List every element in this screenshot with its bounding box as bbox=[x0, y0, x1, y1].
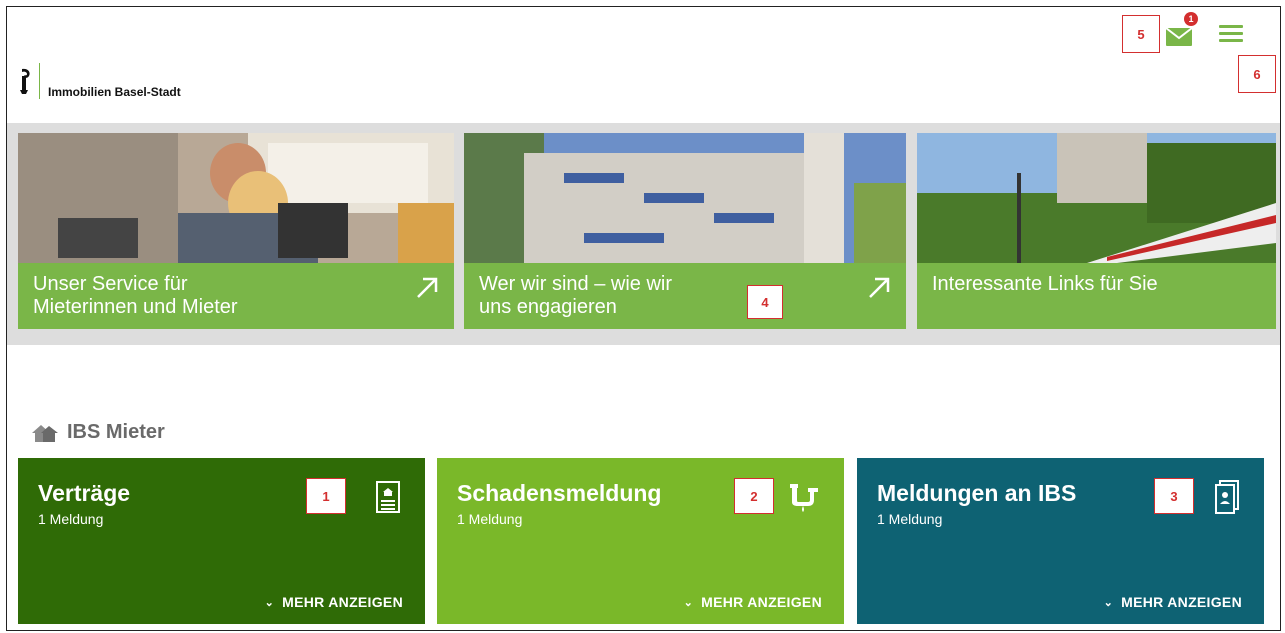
tile-vertraege[interactable]: Verträge 1 Meldung 1 ⌄ MEHR ANZEIGEN bbox=[18, 458, 425, 624]
tile-subtitle: 1 Meldung bbox=[877, 511, 943, 527]
brand-name: Immobilien Basel-Stadt bbox=[48, 85, 181, 99]
teaser-title: Unser Service für Mieterinnen und Mieter bbox=[33, 273, 238, 318]
tile-title: Meldungen an IBS bbox=[877, 480, 1077, 506]
tile-title: Verträge bbox=[38, 480, 131, 506]
section-title: IBS Mieter bbox=[67, 421, 165, 443]
mail-icon[interactable] bbox=[1165, 27, 1193, 47]
teaser-photo bbox=[18, 133, 454, 263]
tile-meldungen[interactable]: Meldungen an IBS 1 Meldung 3 ⌄ MEHR ANZE… bbox=[857, 458, 1264, 624]
callout-marker: 4 bbox=[747, 285, 783, 319]
show-more-label: MEHR ANZEIGEN bbox=[282, 594, 403, 610]
callout-marker: 6 bbox=[1238, 55, 1276, 93]
baselstab-icon bbox=[17, 67, 33, 95]
callout-marker: 5 bbox=[1122, 15, 1160, 53]
app-frame: Immobilien Basel-Stadt 5 1 6 Unser Servi… bbox=[6, 6, 1281, 631]
logo-divider bbox=[39, 63, 40, 99]
teaser-banner: Unser Service für Mieterinnen und Mieter bbox=[7, 123, 1280, 345]
tile-schadensmeldung[interactable]: Schadensmeldung 1 Meldung 2 ⌄ MEHR ANZEI… bbox=[437, 458, 844, 624]
pipe-leak-icon bbox=[788, 480, 820, 514]
teaser-service[interactable]: Unser Service für Mieterinnen und Mieter bbox=[18, 133, 454, 329]
show-more-button[interactable]: ⌄ MEHR ANZEIGEN bbox=[684, 594, 822, 610]
show-more-label: MEHR ANZEIGEN bbox=[701, 594, 822, 610]
section-heading: IBS Mieter bbox=[31, 421, 165, 444]
arrow-up-right-icon bbox=[866, 275, 892, 301]
chevron-down-icon: ⌄ bbox=[264, 596, 275, 609]
callout-marker: 3 bbox=[1154, 478, 1194, 514]
tile-subtitle: 1 Meldung bbox=[38, 511, 104, 527]
chevron-down-icon: ⌄ bbox=[1103, 596, 1114, 609]
callout-marker: 2 bbox=[734, 478, 774, 514]
brand-logo[interactable]: Immobilien Basel-Stadt bbox=[17, 63, 181, 99]
teaser-about[interactable]: Wer wir sind – wie wir uns engagieren 4 bbox=[464, 133, 906, 329]
show-more-button[interactable]: ⌄ MEHR ANZEIGEN bbox=[1104, 594, 1242, 610]
tile-subtitle: 1 Meldung bbox=[457, 511, 523, 527]
teaser-photo bbox=[917, 133, 1276, 263]
chevron-down-icon: ⌄ bbox=[683, 596, 694, 609]
arrow-up-right-icon bbox=[414, 275, 440, 301]
show-more-label: MEHR ANZEIGEN bbox=[1121, 594, 1242, 610]
teaser-links[interactable]: Interessante Links für Sie bbox=[917, 133, 1276, 329]
contact-card-icon bbox=[1214, 480, 1240, 514]
teaser-title: Interessante Links für Sie bbox=[932, 273, 1158, 295]
menu-icon[interactable] bbox=[1219, 25, 1243, 45]
show-more-button[interactable]: ⌄ MEHR ANZEIGEN bbox=[265, 594, 403, 610]
unread-badge: 1 bbox=[1184, 12, 1198, 26]
contract-document-icon bbox=[375, 480, 401, 514]
teaser-photo bbox=[464, 133, 906, 263]
house-icon bbox=[32, 424, 58, 442]
callout-marker: 1 bbox=[306, 478, 346, 514]
tile-title: Schadensmeldung bbox=[457, 480, 662, 506]
